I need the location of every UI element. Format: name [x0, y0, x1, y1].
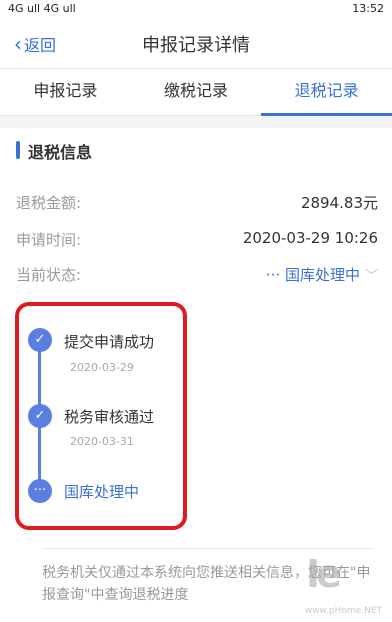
- apply-time-label: 申请时间:: [16, 231, 82, 249]
- note-divider: [42, 548, 372, 549]
- refund-amount-value: 2894.83元: [300, 194, 378, 212]
- timeline-step-title: 提交申请成功: [64, 333, 155, 351]
- section-accent-bar: [16, 141, 20, 159]
- tab-declaration-records[interactable]: 申报记录: [0, 69, 131, 115]
- check-icon: ✓: [28, 404, 52, 428]
- timeline-step-title: 国库处理中: [64, 483, 140, 501]
- timeline-step-title: 税务审核通过: [64, 408, 155, 426]
- section-header: 退税信息: [0, 128, 392, 173]
- nav-bar: ‹ 返回 申报记录详情: [0, 18, 392, 68]
- timeline-step-date: 2020-03-31: [70, 435, 134, 448]
- current-status-value: ··· 国库处理中: [265, 266, 360, 284]
- apply-time-row: 申请时间: 2020-03-29 10:26: [16, 229, 378, 253]
- apply-time-value: 2020-03-29 10:26: [242, 229, 378, 247]
- current-status-row: 当前状态: ··· 国库处理中 ﹀: [16, 264, 378, 288]
- status-bar: 4G ull 4G ull 13:52: [0, 0, 392, 18]
- chevron-down-icon: ﹀: [364, 269, 378, 284]
- ellipsis-icon: ···: [28, 479, 52, 503]
- tab-tax-refund-records[interactable]: 退税记录: [261, 69, 392, 116]
- signal-indicators: 4G ull 4G ull: [8, 2, 76, 15]
- tab-bar: 申报记录 缴税记录 退税记录: [0, 68, 392, 116]
- current-status-label: 当前状态:: [16, 266, 82, 284]
- refund-amount-label: 退税金额:: [16, 194, 82, 212]
- page-title: 申报记录详情: [142, 35, 250, 56]
- tab-tax-payment-records[interactable]: 缴税记录: [131, 69, 262, 115]
- timeline-step-date: 2020-03-29: [70, 361, 134, 374]
- watermark-logo: Ie www.pHome.NET: [304, 552, 382, 616]
- section-title: 退税信息: [28, 143, 93, 162]
- check-icon: ✓: [28, 328, 52, 352]
- refund-amount-row: 退税金额: 2894.83元: [16, 192, 378, 216]
- clock: 13:52: [352, 2, 384, 15]
- current-status-toggle[interactable]: ··· 国库处理中 ﹀: [266, 264, 378, 285]
